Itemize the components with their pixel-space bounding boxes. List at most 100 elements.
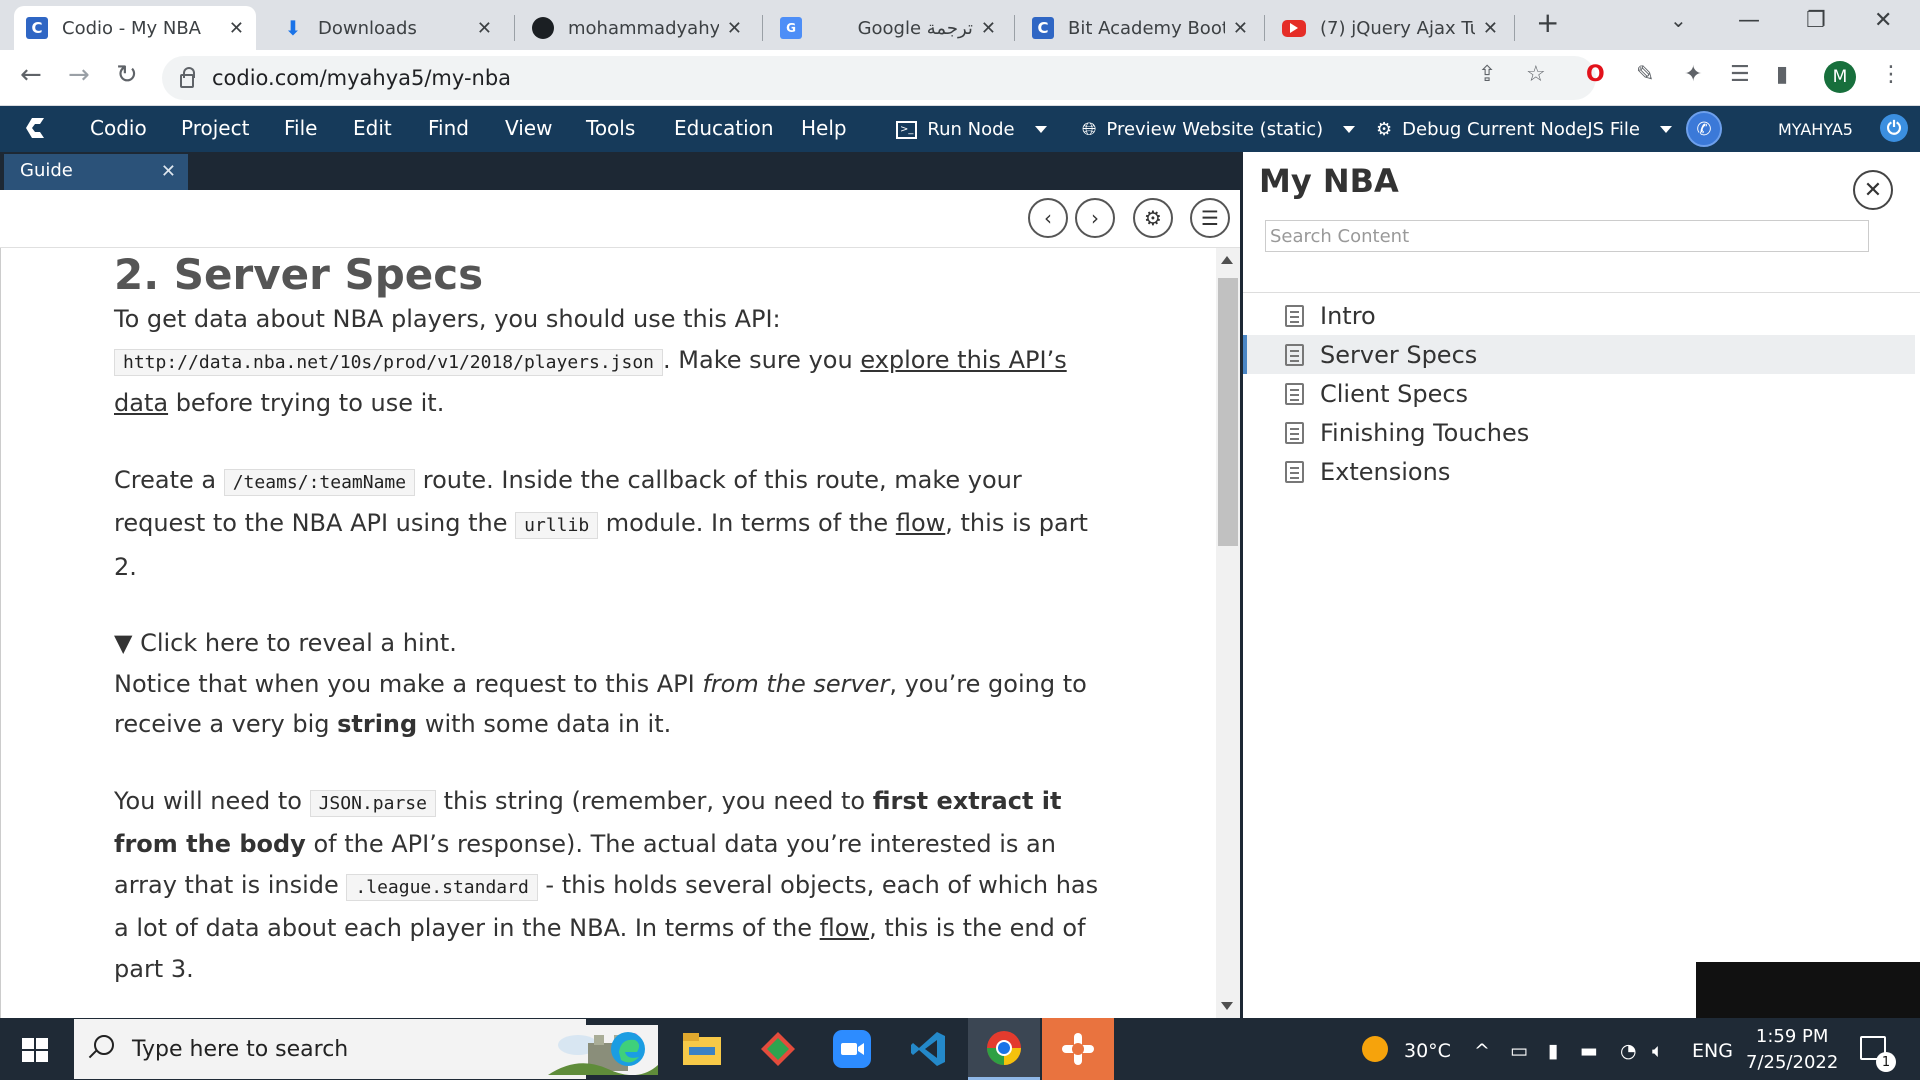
browser-tab-github[interactable]: mohammadyahya9 ✕ bbox=[520, 6, 754, 50]
scroll-up-arrow-icon[interactable] bbox=[1221, 256, 1233, 264]
battery-icon[interactable]: ▬ bbox=[1580, 1040, 1598, 1062]
toc-item-finishing-touches[interactable]: Finishing Touches bbox=[1243, 413, 1915, 452]
close-tab-icon[interactable]: ✕ bbox=[477, 18, 492, 39]
show-hidden-icons-icon[interactable]: ^ bbox=[1474, 1040, 1490, 1062]
strong: string bbox=[337, 710, 418, 738]
next-page-button[interactable]: › bbox=[1075, 198, 1115, 238]
restore-icon[interactable]: ❐ bbox=[1806, 8, 1826, 33]
menu-edit[interactable]: Edit bbox=[353, 116, 392, 140]
close-tab-icon[interactable]: ✕ bbox=[727, 18, 742, 39]
toc-item-label: Intro bbox=[1320, 301, 1376, 330]
tab-title: (7) jQuery Ajax Tuto bbox=[1320, 17, 1475, 39]
temperature[interactable]: 30°C bbox=[1404, 1040, 1451, 1062]
hint-toggle[interactable]: ▼ Click here to reveal a hint. bbox=[114, 623, 1104, 664]
weather-sun-icon[interactable] bbox=[1362, 1036, 1388, 1062]
wifi-icon[interactable]: ◔ bbox=[1620, 1040, 1637, 1062]
menu-file[interactable]: File bbox=[284, 116, 317, 140]
language-indicator[interactable]: ENG bbox=[1692, 1040, 1733, 1062]
volume-icon[interactable]: 🔈︎ bbox=[1652, 1040, 1663, 1062]
codio-icon: C bbox=[26, 17, 48, 39]
reload-icon[interactable]: ↻ bbox=[116, 60, 138, 90]
side-panel-icon[interactable]: ▮ bbox=[1776, 62, 1788, 87]
menu-codio[interactable]: Codio bbox=[90, 116, 147, 140]
browser-tab-youtube[interactable]: (7) jQuery Ajax Tuto ✕ bbox=[1270, 6, 1510, 50]
run-node-button[interactable]: >_ Run Node bbox=[896, 119, 1047, 140]
scroll-down-arrow-icon[interactable] bbox=[1221, 1002, 1233, 1010]
eyedropper-extension-icon[interactable]: ✎ bbox=[1636, 62, 1654, 87]
browser-tab-strip: C Codio - My NBA ✕ ⬇ Downloads ✕ mohamma… bbox=[0, 0, 1920, 50]
close-tab-icon[interactable]: ✕ bbox=[229, 18, 244, 39]
guide-tab[interactable]: Guide ✕ bbox=[4, 154, 188, 190]
close-panel-icon[interactable]: ✕ bbox=[1853, 170, 1893, 210]
close-tab-icon[interactable]: ✕ bbox=[1483, 18, 1498, 39]
taskbar-clock[interactable]: 1:59 PM 7/25/2022 bbox=[1746, 1024, 1838, 1076]
close-tab-icon[interactable]: ✕ bbox=[981, 18, 996, 39]
opera-extension-icon[interactable]: O bbox=[1586, 62, 1605, 87]
menu-help[interactable]: Help bbox=[801, 116, 847, 140]
browser-tab-bit-academy[interactable]: C Bit Academy Bootc ✕ bbox=[1020, 6, 1260, 50]
text: with some data in it. bbox=[417, 710, 672, 738]
usb-icon[interactable]: ▮ bbox=[1548, 1040, 1558, 1062]
text: module. In terms of the bbox=[598, 509, 896, 537]
close-tab-icon[interactable]: ✕ bbox=[1233, 18, 1248, 39]
browser-tab-codio[interactable]: C Codio - My NBA ✕ bbox=[14, 6, 256, 50]
taskbar-search[interactable]: Type here to search bbox=[74, 1019, 658, 1079]
guide-scroll-thumb[interactable] bbox=[1218, 278, 1238, 546]
browser-tab-downloads[interactable]: ⬇ Downloads ✕ bbox=[270, 6, 504, 50]
dropdown-caret-icon[interactable] bbox=[1034, 126, 1047, 133]
debug-button[interactable]: ⚙ Debug Current NodeJS File bbox=[1376, 119, 1672, 140]
menu-project[interactable]: Project bbox=[181, 116, 249, 140]
menu-view[interactable]: View bbox=[505, 116, 552, 140]
profile-avatar[interactable]: M bbox=[1824, 61, 1856, 93]
previous-page-button[interactable]: ‹ bbox=[1028, 198, 1068, 238]
toc-item-intro[interactable]: Intro bbox=[1243, 296, 1915, 335]
address-bar-row: ← → ↻ codio.com/myahya5/my-nba ⇪ ☆ O ✎ ✦… bbox=[0, 50, 1920, 106]
preview-button[interactable]: 🌐︎ Preview Website (static) bbox=[1082, 119, 1356, 140]
page-title: 2. Server Specs bbox=[114, 250, 484, 299]
toc-item-client-specs[interactable]: Client Specs bbox=[1243, 374, 1915, 413]
chrome-menu-icon[interactable]: ⋮ bbox=[1880, 62, 1902, 87]
settings-gear-icon[interactable]: ⚙ bbox=[1133, 198, 1173, 238]
windows-start-icon[interactable] bbox=[22, 1038, 48, 1062]
share-icon[interactable]: ⇪ bbox=[1478, 62, 1496, 87]
slack-icon[interactable] bbox=[1042, 1018, 1114, 1080]
phone-icon[interactable]: ✆ bbox=[1686, 111, 1722, 147]
tab-search-icon[interactable]: ⌄ bbox=[1670, 8, 1687, 32]
lock-icon[interactable] bbox=[180, 67, 195, 88]
back-icon[interactable]: ← bbox=[20, 60, 42, 90]
url-text[interactable]: codio.com/myahya5/my-nba bbox=[212, 66, 511, 90]
browser-tab-translate[interactable]: G Google ترجمة ✕ bbox=[768, 6, 1008, 50]
bookmark-star-icon[interactable]: ☆ bbox=[1526, 62, 1546, 87]
toc-item-extensions[interactable]: Extensions bbox=[1243, 452, 1915, 491]
extensions-puzzle-icon[interactable]: ✦ bbox=[1684, 62, 1702, 87]
close-window-icon[interactable]: ✕ bbox=[1874, 8, 1892, 33]
username[interactable]: MYAHYA5 bbox=[1778, 120, 1853, 139]
preview-label: Preview Website (static) bbox=[1106, 119, 1324, 140]
vscode-icon[interactable] bbox=[906, 1028, 950, 1070]
chrome-icon[interactable] bbox=[968, 1018, 1040, 1080]
power-icon[interactable]: ⏻ bbox=[1880, 114, 1908, 142]
file-explorer-icon[interactable] bbox=[680, 1028, 724, 1070]
edge-icon[interactable] bbox=[606, 1028, 650, 1070]
codio-logo-icon[interactable] bbox=[24, 114, 52, 142]
table-of-contents-icon[interactable]: ☰ bbox=[1190, 198, 1230, 238]
forward-icon[interactable]: → bbox=[68, 60, 90, 90]
globe-icon: 🌐︎ bbox=[1082, 119, 1097, 140]
flow-link[interactable]: flow bbox=[896, 509, 945, 537]
zoom-icon[interactable] bbox=[830, 1028, 874, 1070]
toc-item-server-specs[interactable]: Server Specs bbox=[1243, 335, 1915, 374]
media-control-icon[interactable]: ☰ bbox=[1730, 62, 1750, 87]
omnibox[interactable]: codio.com/myahya5/my-nba bbox=[162, 56, 1596, 100]
new-tab-button[interactable]: + bbox=[1536, 6, 1559, 39]
flow-link[interactable]: flow bbox=[820, 914, 869, 942]
menu-find[interactable]: Find bbox=[428, 116, 469, 140]
menu-education[interactable]: Education bbox=[674, 116, 774, 140]
menu-tools[interactable]: Tools bbox=[586, 116, 635, 140]
dropdown-caret-icon[interactable] bbox=[1343, 126, 1356, 133]
close-guide-icon[interactable]: ✕ bbox=[161, 161, 176, 182]
git-icon[interactable] bbox=[756, 1028, 800, 1070]
meet-now-icon[interactable]: ▭ bbox=[1510, 1040, 1528, 1062]
search-input[interactable] bbox=[1265, 220, 1869, 252]
dropdown-caret-icon[interactable] bbox=[1659, 126, 1672, 133]
minimize-icon[interactable]: — bbox=[1738, 8, 1760, 33]
